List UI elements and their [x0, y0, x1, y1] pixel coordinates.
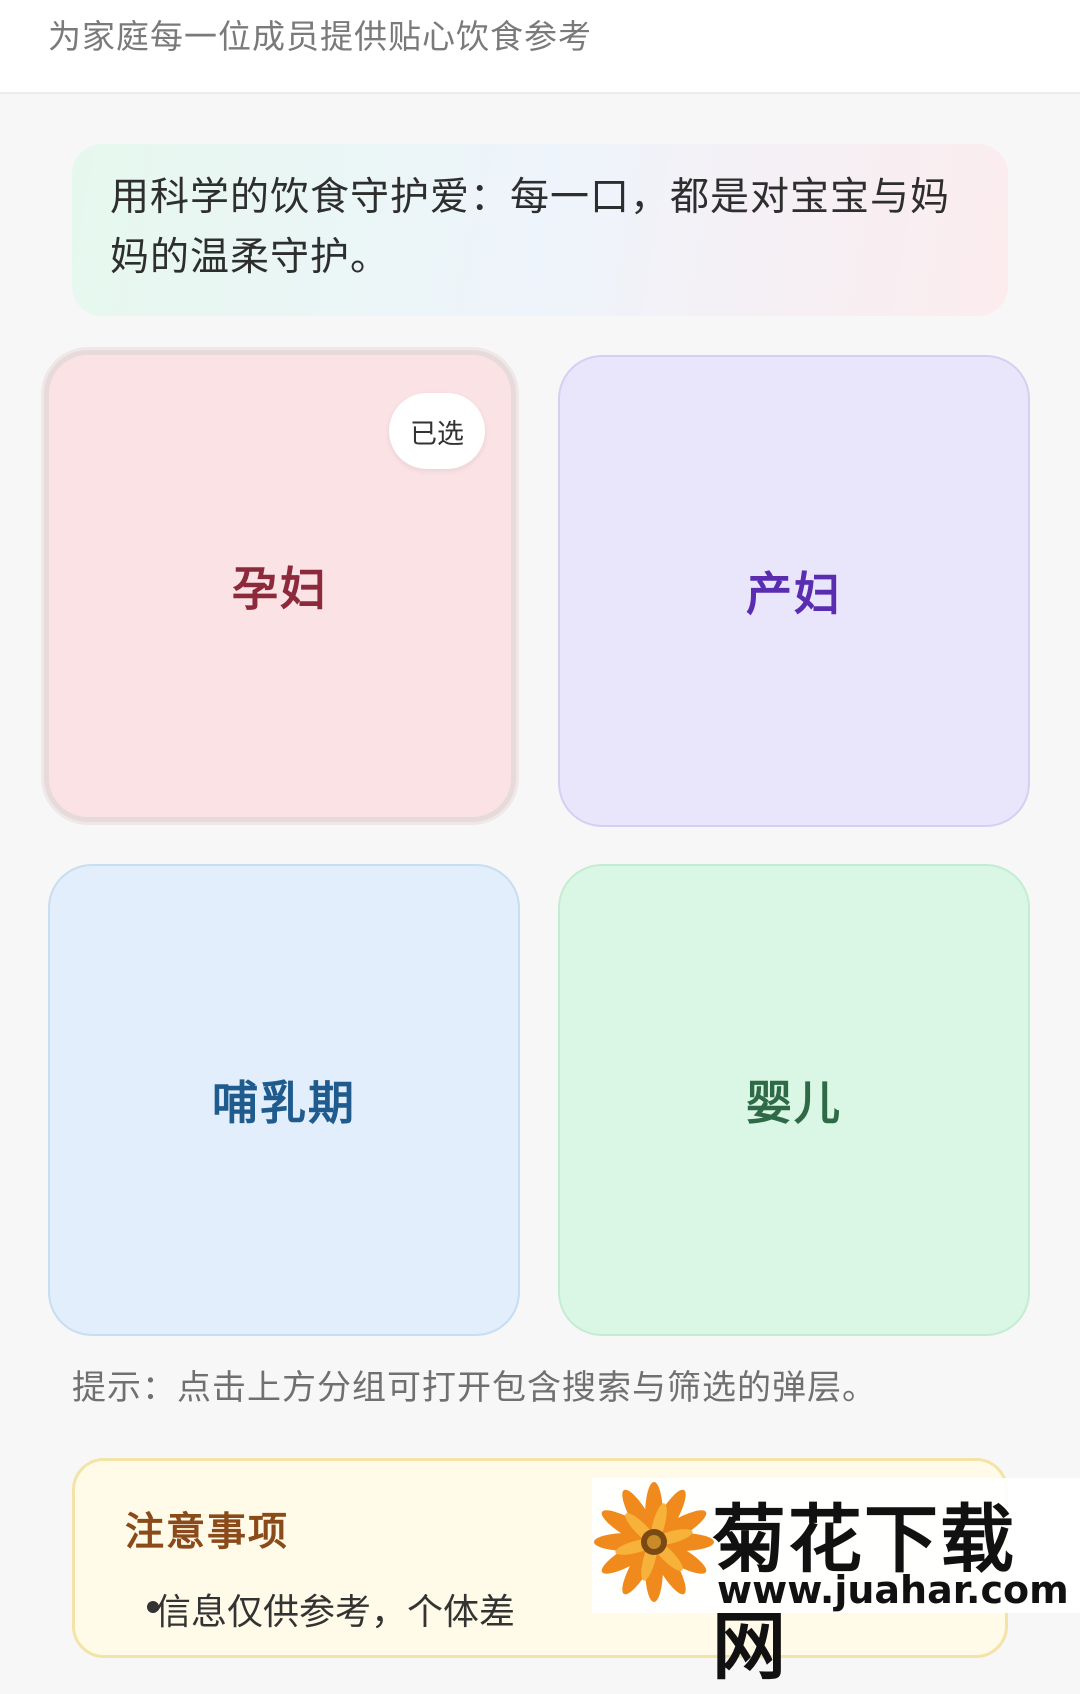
selected-badge: 已选 — [389, 393, 485, 469]
flower-icon — [594, 1482, 714, 1602]
intro-banner: 用科学的饮食守护爱：每一口，都是对宝宝与妈妈的温柔守护。 — [72, 144, 1008, 316]
notice-title: 注意事项 — [125, 1510, 290, 1555]
group-label-infant: 婴儿 — [746, 1076, 842, 1130]
group-label-pregnant: 孕妇 — [232, 562, 328, 616]
hint-text: 提示：点击上方分组可打开包含搜索与筛选的弹层。 — [72, 1368, 877, 1408]
group-card-lactation[interactable]: 哺乳期 — [48, 864, 520, 1336]
group-card-pregnant[interactable]: 已选 孕妇 — [44, 350, 516, 822]
header: 为家庭每一位成员提供贴心饮食参考 — [0, 0, 1080, 94]
watermark-url: www.juahar.com — [717, 1568, 1069, 1612]
notice-item: 信息仅供参考，个体差 — [155, 1592, 516, 1633]
group-label-lactation: 哺乳期 — [212, 1076, 356, 1130]
watermark: 菊花下载网 www.juahar.com — [592, 1478, 1080, 1690]
header-subtitle: 为家庭每一位成员提供贴心饮食参考 — [48, 17, 592, 56]
group-card-infant[interactable]: 婴儿 — [558, 864, 1030, 1336]
group-card-postpartum[interactable]: 产妇 — [558, 355, 1030, 827]
group-label-postpartum: 产妇 — [746, 567, 842, 621]
